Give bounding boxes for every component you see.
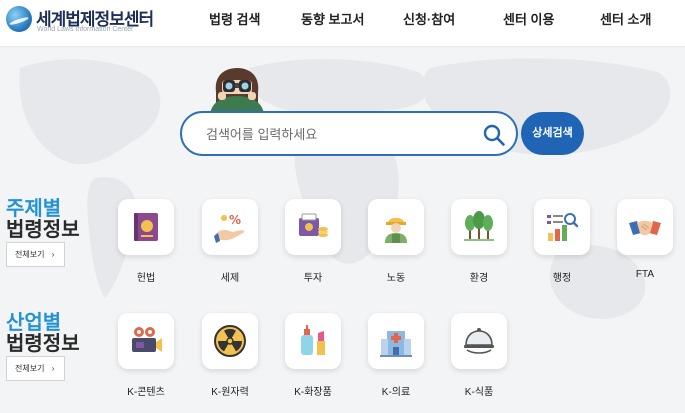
topic-view-all-button[interactable]: 전체보기 › [6,242,65,267]
nav-center-intro[interactable]: 센터 소개 [600,9,651,28]
nav-center-use[interactable]: 센터 이용 [503,9,554,28]
industry-title-line2: 법령정보 [6,333,80,355]
administration-icon [547,213,579,241]
svg-text:%: % [229,213,241,227]
advanced-search-button[interactable]: 상세검색 [521,112,584,155]
category-tile [285,199,341,255]
category-label: FTA [635,269,655,280]
industry-section-title: 산업별 법령정보 [6,313,80,355]
category-tile [451,313,507,369]
category-tile: % [202,199,258,255]
view-all-label: 전체보기 [15,364,45,373]
category-tile [451,199,507,255]
industry-title-line1: 산업별 [6,312,62,334]
search-box [180,111,518,156]
fta-icon [629,220,661,236]
category-label: 헌법 [136,273,156,284]
environment-icon [464,211,494,241]
search-icon[interactable] [482,123,506,147]
topic-section-title: 주제별 법령정보 [6,199,80,241]
category-label: 행정 [552,273,572,284]
category-label: K-의료 [381,387,411,398]
nuclear-icon [214,325,246,357]
category-tile [534,199,590,255]
nav-apply-participate[interactable]: 신청·참여 [403,9,455,28]
site-logo[interactable]: 세계법제정보센터 World Laws Information Center [6,5,156,39]
category-constitution[interactable]: 헌법 [118,199,174,284]
topic-title-line2: 법령정보 [6,219,80,241]
category-label: 환경 [469,273,489,284]
category-tax[interactable]: % 세제 [202,199,258,284]
industry-view-all-button[interactable]: 전체보기 › [6,356,65,381]
category-k-nuclear[interactable]: K-원자력 [202,313,258,398]
category-k-cosmetics[interactable]: K-화장품 [285,313,341,398]
hospital-icon [380,331,412,357]
category-tile [285,313,341,369]
nav-trend-report[interactable]: 동향 보고서 [301,9,364,28]
category-environment[interactable]: 환경 [451,199,507,284]
nav-law-search[interactable]: 법령 검색 [209,9,260,28]
investment-icon [299,213,328,237]
category-tile [368,199,424,255]
content-camera-icon [132,327,162,352]
globe-logo-icon [6,6,32,32]
category-administration[interactable]: 행정 [534,199,590,284]
site-header: 세계법제정보센터 World Laws Information Center 법… [0,0,685,47]
category-k-food[interactable]: K-식품 [451,313,507,398]
category-fta[interactable]: FTA [617,199,673,280]
category-tile [118,313,174,369]
constitution-icon [134,213,158,241]
logo-subtitle: World Laws Information Center [37,26,134,33]
labor-icon [385,217,407,243]
category-label: K-화장품 [294,387,332,398]
food-cloche-icon [464,328,494,354]
category-labor[interactable]: 노동 [368,199,424,284]
chevron-right-icon: › [51,364,55,373]
topic-title-line1: 주제별 [6,198,62,220]
view-all-label: 전체보기 [15,250,45,259]
tax-icon: % [214,213,245,243]
search-input[interactable] [206,123,476,145]
category-k-content[interactable]: K-콘텐츠 [118,313,174,398]
category-tile [202,313,258,369]
category-tile [118,199,174,255]
category-tile [617,199,673,255]
category-investment[interactable]: 투자 [285,199,341,284]
cosmetics-icon [301,325,325,355]
category-label: K-콘텐츠 [127,387,165,398]
chevron-right-icon: › [51,250,55,259]
category-label: 세제 [220,273,240,284]
binoculars-character-illustration [210,68,264,114]
category-label: 노동 [386,273,406,284]
category-label: K-원자력 [211,387,249,398]
category-tile [368,313,424,369]
category-label: K-식품 [464,387,494,398]
category-label: 투자 [303,273,323,284]
category-k-medical[interactable]: K-의료 [368,313,424,398]
